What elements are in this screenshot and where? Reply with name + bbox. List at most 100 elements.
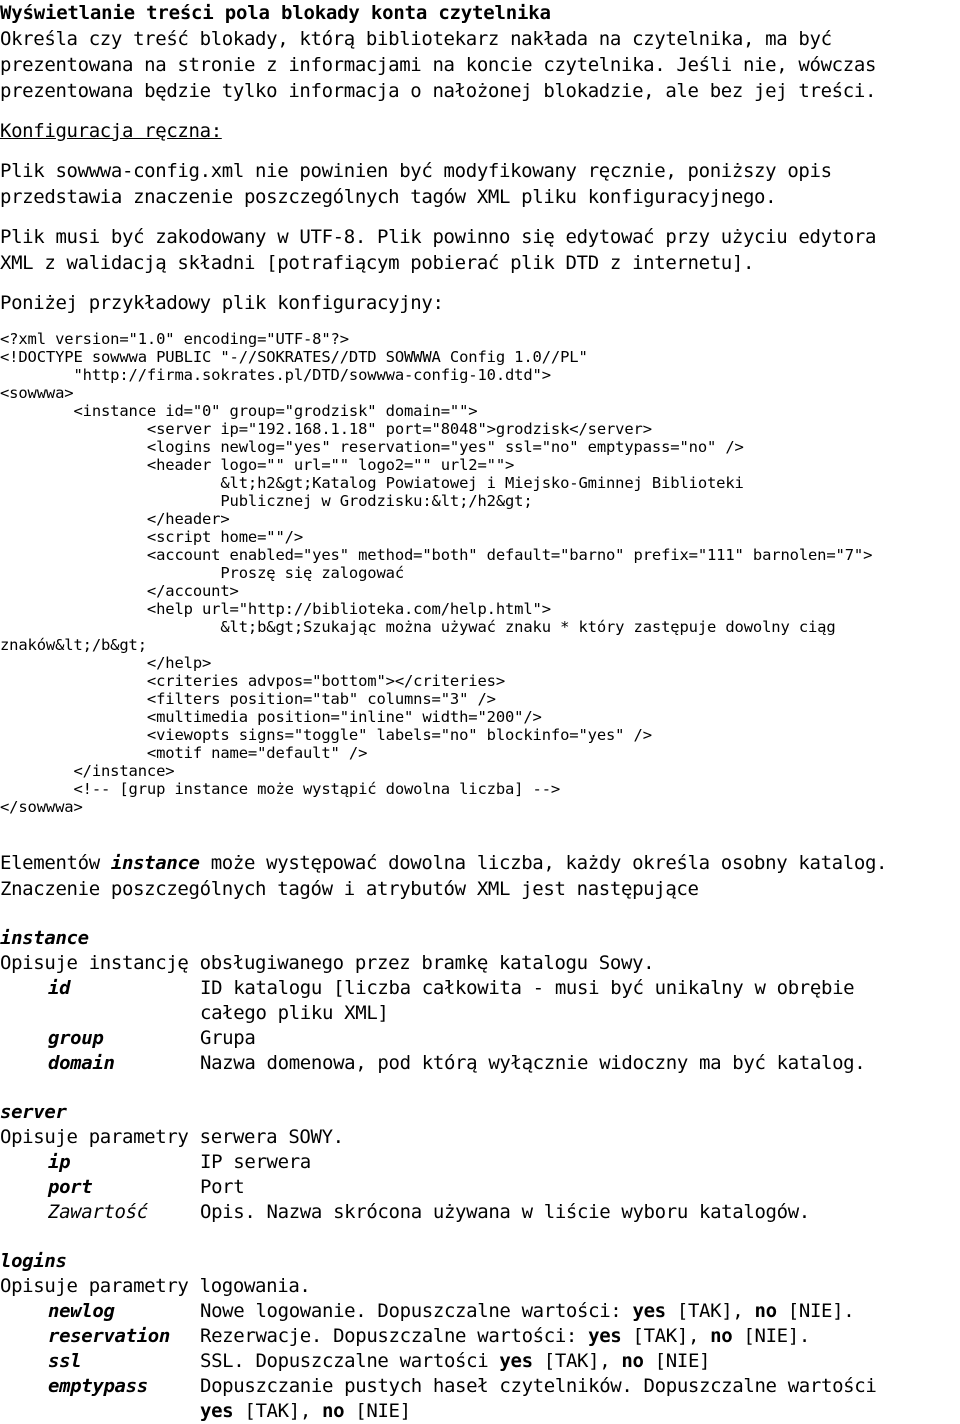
code-line: </account> — [0, 582, 239, 600]
description-text: [NIE] — [643, 1350, 711, 1372]
intro-line-3: prezentowana będzie tylko informacja o n… — [0, 80, 877, 102]
definition-row: group Grupa — [0, 1026, 960, 1051]
allowed-value: no — [710, 1325, 733, 1347]
code-line: <motif name="default" /> — [0, 744, 368, 762]
definition-row: emptypass Dopuszczanie pustych haseł czyt… — [0, 1374, 960, 1399]
description-text: [TAK], — [233, 1400, 322, 1422]
definition-description: Nazwa domenowa, pod którą wyłącznie wido… — [200, 1052, 866, 1074]
definition-group: logins Opisuje parametry logowania. newlog… — [0, 1249, 960, 1424]
definition-group-title: logins — [0, 1250, 67, 1272]
code-line: <criteries advpos="bottom"></criteries> — [0, 672, 505, 690]
allowed-value: yes — [499, 1350, 533, 1372]
manual-config-heading: Konfiguracja ręczna: — [0, 120, 222, 142]
file-paragraph-line-1: Plik sowwwa-config.xml nie powinien być … — [0, 160, 832, 182]
code-line: <?xml version="1.0" encoding="UTF-8"?> — [0, 330, 349, 348]
code-line: </help> — [0, 654, 212, 672]
definition-row: reservation Rezerwacje. Dopuszczalne wart… — [0, 1324, 960, 1349]
definition-term: ip — [48, 1151, 71, 1173]
definition-description-continued: całego pliku XML] — [200, 1002, 389, 1024]
definition-term: reservation — [48, 1325, 170, 1347]
example-intro-paragraph: Poniżej przykładowy plik konfiguracyjny: — [0, 290, 960, 316]
definition-group: server Opisuje parametry serwera SOWY. ip I… — [0, 1100, 960, 1225]
definition-description: Dopuszczanie pustych haseł czytelników. … — [200, 1374, 960, 1399]
definition-description: Rezerwacje. Dopuszczalne wartości: yes [… — [200, 1324, 960, 1349]
intro-line-1: Określa czy treść blokady, którą bibliot… — [0, 28, 832, 50]
definition-description: IP serwera — [200, 1151, 311, 1173]
code-line: <header logo="" url="" logo2="" url2=""> — [0, 456, 515, 474]
code-line: <!DOCTYPE sowwwa PUBLIC "-//SOKRATES//DT… — [0, 348, 588, 366]
description-text: Nowe logowanie. Dopuszczalne wartości: — [200, 1300, 633, 1322]
intro-line-2: prezentowana na stronie z informacjami n… — [0, 54, 877, 76]
file-paragraph-line-2: przedstawia znaczenie poszczególnych tag… — [0, 186, 777, 208]
document-page: Wyświetlanie treści pola blokady konta c… — [0, 0, 960, 1424]
code-line: znaków&lt;/b&gt; — [0, 636, 147, 654]
definition-group-title: server — [0, 1101, 67, 1123]
description-text: [TAK], — [532, 1350, 622, 1372]
allowed-value: no — [754, 1300, 777, 1322]
code-line: Publicznej w Grodzisku:&lt;/h2&gt; — [0, 492, 533, 510]
code-line: "http://firma.sokrates.pl/DTD/sowwwa-con… — [0, 366, 551, 384]
code-line: <help url="http://biblioteka.com/help.ht… — [0, 600, 551, 618]
code-line: <!-- [grup instance może wystąpić dowoln… — [0, 780, 561, 798]
definition-group-intro: Opisuje instancję obsługiwanego przez br… — [0, 952, 655, 974]
xml-code-listing: <?xml version="1.0" encoding="UTF-8"?> <!… — [0, 330, 960, 816]
description-text: [TAK], — [621, 1325, 711, 1347]
encoding-paragraph-line-1: Plik musi być zakodowany w UTF-8. Plik p… — [0, 226, 877, 248]
description-text: [TAK], — [665, 1300, 755, 1322]
code-line: <filters position="tab" columns="3" /> — [0, 690, 496, 708]
code-line: </instance> — [0, 762, 175, 780]
definition-term: port — [48, 1176, 93, 1198]
allowed-value: yes — [588, 1325, 622, 1347]
allowed-value: no — [621, 1350, 644, 1372]
instance-note-suffix: może występować dowolna liczba, każdy ok… — [199, 852, 888, 874]
definition-description: Grupa — [200, 1027, 256, 1049]
definition-description: Port — [200, 1176, 245, 1198]
instance-keyword: instance — [110, 852, 200, 874]
manual-config-heading-wrap: Konfiguracja ręczna: — [0, 118, 960, 144]
definition-group: instance Opisuje instancję obsługiwanego … — [0, 926, 960, 1076]
definition-term: domain — [48, 1052, 115, 1074]
definition-row: ssl SSL. Dopuszczalne wartości yes [TAK],… — [0, 1349, 960, 1374]
definition-term: id — [48, 977, 71, 999]
encoding-paragraph: Plik musi być zakodowany w UTF-8. Plik p… — [0, 224, 960, 276]
allowed-value: yes — [200, 1400, 234, 1422]
definition-term: emptypass — [48, 1375, 148, 1397]
definition-description: Nowe logowanie. Dopuszczalne wartości: y… — [200, 1299, 960, 1324]
definition-description-continued: yes [TAK], no [NIE] — [0, 1399, 960, 1424]
definition-term: newlog — [48, 1300, 115, 1322]
definition-row: port Port — [0, 1175, 960, 1200]
description-text: [NIE] — [344, 1400, 411, 1422]
definition-description: Opis. Nazwa skrócona używana w liście wy… — [200, 1201, 810, 1223]
code-line: &lt;b&gt;Szukając można używać znaku * k… — [0, 618, 836, 636]
file-paragraph: Plik sowwwa-config.xml nie powinien być … — [0, 158, 960, 210]
code-line: <sowwwa> — [0, 384, 74, 402]
definition-description: ID katalogu [liczba całkowita - musi być… — [200, 977, 855, 999]
allowed-value: yes — [632, 1300, 666, 1322]
instance-note-prefix: Elementów — [0, 852, 111, 874]
definition-row: id ID katalogu [liczba całkowita - musi b… — [0, 976, 960, 1001]
definition-group-intro: Opisuje parametry logowania. — [0, 1275, 311, 1297]
code-line: </sowwwa> — [0, 798, 83, 816]
definition-term: Zawartość — [48, 1201, 148, 1223]
code-line: <instance id="0" group="grodzisk" domain… — [0, 402, 478, 420]
definition-group-title: instance — [0, 927, 89, 949]
definition-row: newlog Nowe logowanie. Dopuszczalne warto… — [0, 1299, 960, 1324]
description-text: SSL. Dopuszczalne wartości — [200, 1350, 500, 1372]
intro-paragraph: Określa czy treść blokady, którą bibliot… — [0, 26, 960, 104]
instance-note-paragraph: Elementów instance może występować dowol… — [0, 850, 960, 902]
code-line: <logins newlog="yes" reservation="yes" s… — [0, 438, 744, 456]
example-intro-line: Poniżej przykładowy plik konfiguracyjny: — [0, 292, 444, 314]
definition-row: domain Nazwa domenowa, pod którą wyłączni… — [0, 1051, 960, 1076]
definition-group-intro: Opisuje parametry serwera SOWY. — [0, 1126, 344, 1148]
page-title: Wyświetlanie treści pola blokady konta c… — [0, 2, 551, 24]
description-text: Rezerwacje. Dopuszczalne wartości: — [200, 1325, 589, 1347]
description-text: [NIE]. — [776, 1300, 855, 1322]
